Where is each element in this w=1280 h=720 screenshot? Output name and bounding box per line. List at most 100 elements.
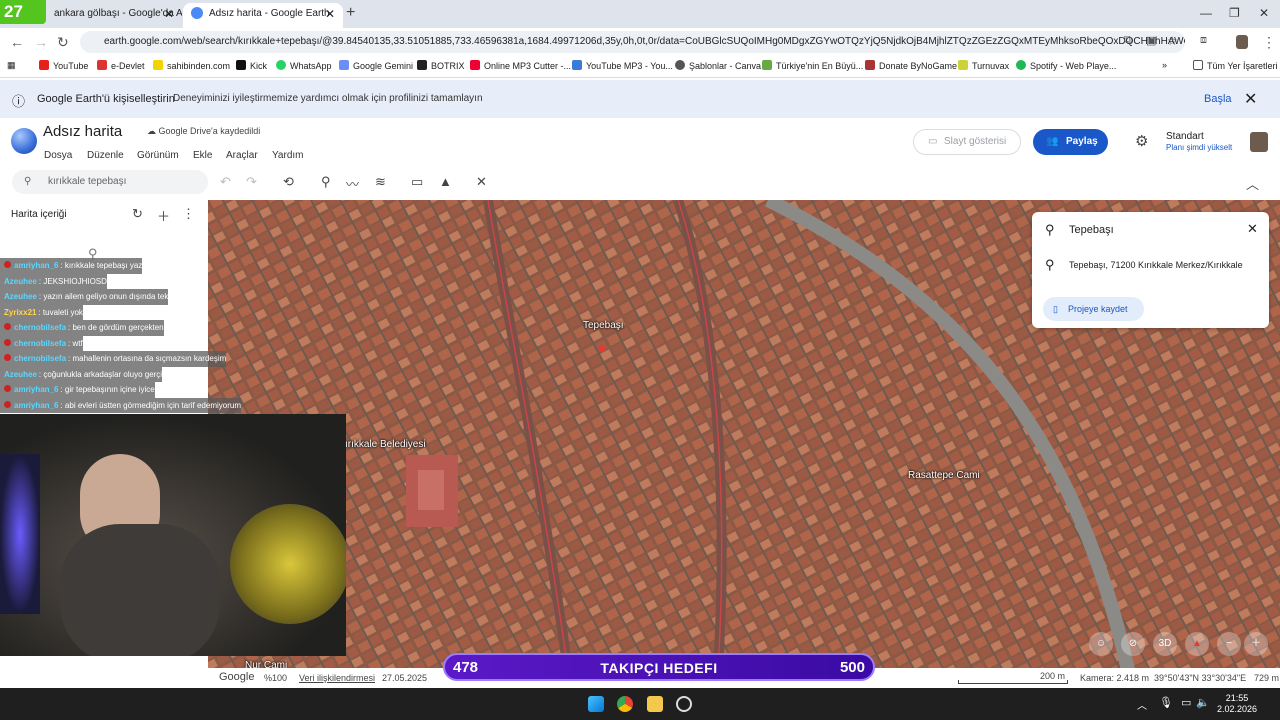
bookmark-edevlet[interactable]: e-Devlet: [97, 60, 145, 71]
chat-author: chernobilsefa: [14, 323, 67, 332]
url-field[interactable]: earth.google.com/web/search/kırıkkale+te…: [80, 31, 1185, 53]
all-bookmarks[interactable]: Tüm Yer İşaretleri: [1193, 60, 1278, 71]
zoom-out-icon[interactable]: −: [1217, 632, 1241, 656]
earth-logo-icon[interactable]: [11, 128, 37, 154]
bookmark-spotify[interactable]: Spotify - Web Playe...: [1016, 60, 1116, 71]
refresh-icon[interactable]: ↻: [132, 206, 143, 222]
map-label-municipality[interactable]: ırıkkale Belediyesi: [345, 439, 426, 450]
profile-avatar[interactable]: [1236, 35, 1248, 49]
bookmark-turnuvax[interactable]: Turnuvax: [958, 60, 1009, 71]
share-button[interactable]: 👥 Paylaş: [1033, 129, 1108, 155]
placemark-icon[interactable]: ⚲: [321, 174, 331, 190]
zoom-in-icon[interactable]: ＋: [1244, 632, 1268, 656]
add-icon[interactable]: ＋: [157, 206, 170, 225]
close-icon[interactable]: ✕: [1247, 221, 1258, 237]
tools-icon[interactable]: ✕: [476, 174, 487, 190]
more-icon[interactable]: ⋮: [182, 206, 195, 222]
install-icon[interactable]: ⧉: [1124, 34, 1132, 47]
coordinates: 39°50'43"N 33°30'34"E: [1154, 673, 1247, 683]
chat-message: Zyrixx21: tuvaleti yok: [0, 304, 83, 320]
bookmark-icon: [762, 60, 772, 70]
volume-icon[interactable]: 🔈: [1196, 696, 1210, 709]
save-to-project-button[interactable]: ▯ Projeye kaydet: [1043, 297, 1144, 321]
chat-text: : wtf: [68, 338, 83, 348]
tab-earth[interactable]: Adsız harita - Google Earth ✕: [183, 3, 343, 28]
search-value: kırıkkale tepebaşı: [48, 176, 127, 187]
chat-author: amriyhan_6: [14, 261, 59, 270]
extensions-puzzle-icon[interactable]: ⧈: [1200, 34, 1207, 47]
map-label-tepebasi[interactable]: Tepebaşı: [583, 320, 624, 331]
menu-tools[interactable]: Araçlar: [226, 150, 258, 161]
doc-title[interactable]: Adsız harita: [43, 123, 122, 140]
undo-icon[interactable]: ↶: [220, 174, 231, 190]
bookmark-youtube[interactable]: YouTube: [39, 60, 88, 71]
location-icon[interactable]: ⊘: [1121, 632, 1145, 656]
network-icon[interactable]: ▭: [1181, 696, 1191, 709]
back-icon[interactable]: ←: [10, 34, 24, 50]
map-label-mosque[interactable]: Rasattepe Cami: [908, 470, 980, 481]
collapse-icon[interactable]: ︿: [1246, 174, 1259, 193]
redo-icon[interactable]: ↷: [246, 174, 257, 190]
new-tab-icon[interactable]: +: [346, 4, 355, 22]
3d-button[interactable]: 3D: [1153, 632, 1177, 656]
bookmark-canva[interactable]: Şablonlar - Canva: [675, 60, 761, 71]
microphone-icon[interactable]: 🎙: [1159, 696, 1173, 709]
close-icon[interactable]: ✕: [1244, 89, 1257, 109]
clock-time: 21:55: [1225, 693, 1249, 703]
chat-text: : gir tepebaşının içine iyice: [60, 385, 155, 394]
tray-overflow-icon[interactable]: ︿: [1137, 697, 1147, 712]
search-input[interactable]: ⚲ kırıkkale tepebaşı: [12, 170, 208, 194]
street-view-icon[interactable]: ☺: [1089, 632, 1113, 656]
bookmark-star-icon[interactable]: ☆: [1167, 34, 1178, 48]
gear-icon[interactable]: ⚙: [1135, 132, 1148, 150]
chrome-icon[interactable]: [617, 696, 633, 712]
avatar[interactable]: [1250, 132, 1268, 152]
menu-insert[interactable]: Ekle: [193, 150, 212, 161]
slideshow-button[interactable]: ▭ Slayt gösterisi: [913, 129, 1021, 155]
upgrade-link[interactable]: Planı şimdi yükselt: [1166, 143, 1232, 152]
bookmark-mp3cutter[interactable]: Online MP3 Cutter -...: [470, 60, 571, 71]
extension-icon[interactable]: ▣: [1146, 34, 1156, 47]
chat-author: chernobilsefa: [14, 354, 67, 363]
path-icon[interactable]: 〰: [346, 174, 359, 193]
bookmark-youtubemp3[interactable]: YouTube MP3 - You...: [572, 60, 673, 71]
forward-icon[interactable]: →: [34, 34, 48, 50]
start-button[interactable]: Başla: [1204, 93, 1232, 105]
tab-search[interactable]: ankara gölbaşı - Google'da Ara ✕: [46, 3, 182, 28]
bookmark-botrix[interactable]: BOTRIX: [417, 60, 465, 71]
map-pin-icon[interactable]: ●: [597, 340, 607, 358]
imagery-date: 27.05.2025: [382, 673, 428, 683]
bookmark-bynogame[interactable]: Donate ByNoGame: [865, 60, 957, 71]
menu-kebab-icon[interactable]: ⋮: [1262, 34, 1276, 51]
menu-file[interactable]: Dosya: [44, 150, 72, 161]
apps-icon[interactable]: ▦: [7, 60, 16, 71]
bookmarks-overflow-icon[interactable]: »: [1162, 60, 1167, 70]
bookmark-turkiye[interactable]: Türkiye'nin En Büyü...: [762, 60, 863, 71]
bookmark-gemini[interactable]: Google Gemini: [339, 60, 413, 71]
file-explorer-icon[interactable]: [647, 696, 663, 712]
close-icon[interactable]: ✕: [164, 3, 174, 25]
menu-help[interactable]: Yardım: [272, 150, 304, 161]
close-icon[interactable]: ✕: [325, 3, 335, 25]
system-clock[interactable]: 21:55 2.02.2026: [1217, 693, 1257, 715]
menu-view[interactable]: Görünüm: [137, 150, 179, 161]
history-icon[interactable]: ⟲: [283, 174, 294, 190]
restore-icon[interactable]: ❐: [1229, 6, 1240, 20]
menu-edit[interactable]: Düzenle: [87, 150, 124, 161]
reload-icon[interactable]: ↻: [57, 34, 69, 51]
bookmark-kick[interactable]: Kick: [236, 60, 267, 71]
obs-icon[interactable]: [676, 696, 692, 712]
bookmark-label: Türkiye'nin En Büyü...: [776, 61, 864, 71]
bookmark-whatsapp[interactable]: WhatsApp: [276, 60, 332, 71]
stream-logo-badge: 27: [4, 2, 23, 21]
photo-icon[interactable]: ▲: [439, 174, 452, 189]
data-attribution-link[interactable]: Veri ilişkilendirmesi: [299, 673, 375, 683]
ruler-icon[interactable]: ▭: [411, 174, 423, 190]
compass-icon[interactable]: ▲: [1185, 632, 1209, 656]
windows-start-icon[interactable]: [588, 696, 604, 712]
bookmark-sahibinden[interactable]: sahibinden.com: [153, 60, 230, 71]
window-close-icon[interactable]: ✕: [1259, 6, 1269, 20]
minimize-icon[interactable]: —: [1200, 6, 1212, 20]
chat-author: chernobilsefa: [14, 338, 67, 348]
layers-icon[interactable]: ≋: [375, 174, 386, 190]
